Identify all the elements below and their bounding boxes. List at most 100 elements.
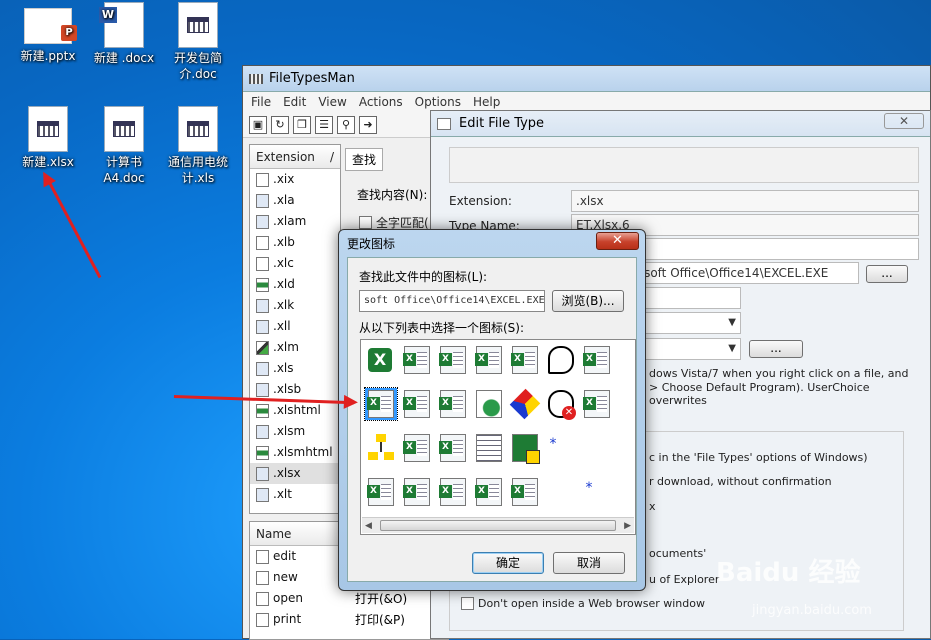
blue-asterisk-icon[interactable]: * bbox=[573, 472, 605, 504]
excel-template-icon[interactable]: X bbox=[581, 344, 613, 376]
change-icon-dialog: 更改图标 ✕ 查找此文件中的图标(L): soft Office\Office1… bbox=[338, 229, 646, 591]
dialog-title: 更改图标 bbox=[347, 237, 396, 251]
list-item[interactable]: .xlsb bbox=[250, 379, 340, 400]
desktop-icon-label: 开发包简介.doc bbox=[173, 51, 222, 81]
excel-workbook-icon[interactable]: X bbox=[401, 344, 433, 376]
list-item[interactable]: .xls bbox=[250, 358, 340, 379]
excel-list-icon[interactable]: X bbox=[473, 344, 505, 376]
excel-doc-icon[interactable]: X bbox=[581, 388, 613, 420]
horizontal-scrollbar[interactable]: ◀ ▶ bbox=[362, 517, 634, 533]
exit-icon[interactable]: ➜ bbox=[359, 115, 377, 134]
properties-icon[interactable]: ☰ bbox=[315, 115, 333, 134]
desktop-icon-pptx[interactable]: P 新建.pptx bbox=[12, 6, 84, 64]
list-item[interactable]: .xll bbox=[250, 316, 340, 337]
desktop-icon-docx[interactable]: W 新建 .docx bbox=[88, 2, 160, 66]
excel-list-2-icon[interactable]: X bbox=[401, 476, 433, 508]
desktop-icon-doc-calc[interactable]: 计算书A4.doc bbox=[88, 106, 160, 186]
dropdown-2-browse-button[interactable]: ... bbox=[749, 340, 803, 358]
excel-sync-icon[interactable]: X bbox=[437, 432, 469, 464]
desktop-icon-xlsx[interactable]: 新建.xlsx bbox=[12, 106, 84, 170]
list-item[interactable]: .xla bbox=[250, 190, 340, 211]
action-icon bbox=[256, 612, 269, 627]
action-icon bbox=[256, 570, 269, 585]
list-item[interactable]: .xlm bbox=[250, 337, 340, 358]
blue-asterisk-icon[interactable]: * bbox=[537, 428, 569, 460]
cube-icon[interactable] bbox=[509, 388, 541, 420]
list-item[interactable]: .xlt bbox=[250, 484, 340, 505]
excel-pie-icon[interactable]: X bbox=[365, 476, 397, 508]
title-bar: Edit File Type bbox=[431, 111, 930, 137]
desktop-icon-xls-stats[interactable]: 通信用电统计.xls bbox=[162, 106, 234, 186]
xlsx-file-icon bbox=[28, 106, 68, 152]
excel-web-icon[interactable]: X bbox=[509, 344, 541, 376]
error-bubble-icon[interactable]: ✕ bbox=[545, 388, 577, 420]
scroll-right-icon[interactable]: ▶ bbox=[624, 521, 631, 531]
menu-actions[interactable]: Actions bbox=[359, 95, 403, 109]
menu-help[interactable]: Help bbox=[473, 95, 500, 109]
list-item[interactable]: .xlb bbox=[250, 232, 340, 253]
xls-file-icon bbox=[178, 106, 218, 152]
extension-field[interactable]: .xlsx bbox=[571, 190, 919, 212]
file-icon bbox=[256, 193, 269, 208]
list-item[interactable]: .xlsm bbox=[250, 421, 340, 442]
excel-shared-icon[interactable]: X bbox=[437, 344, 469, 376]
list-item[interactable]: .xix bbox=[250, 169, 340, 190]
desktop-icon-doc-dev[interactable]: 开发包简介.doc bbox=[162, 2, 234, 82]
excel-plain-icon[interactable]: X bbox=[473, 476, 505, 508]
tab-find[interactable]: 查找 bbox=[345, 148, 384, 171]
refresh-icon[interactable]: ↻ bbox=[271, 115, 289, 134]
scroll-left-icon[interactable]: ◀ bbox=[365, 521, 372, 531]
list-item[interactable]: .xlsmhtml bbox=[250, 442, 340, 463]
find-icon[interactable]: ⚲ bbox=[337, 115, 355, 134]
list-item[interactable]: .xld bbox=[250, 274, 340, 295]
menu-edit[interactable]: Edit bbox=[283, 95, 306, 109]
excel-sheet-icon-selected[interactable]: X bbox=[364, 387, 398, 421]
baidu-watermark: Baidu 经验 bbox=[716, 558, 861, 588]
speech-bubble-icon[interactable] bbox=[545, 344, 577, 376]
excel-signed-icon[interactable]: X bbox=[509, 476, 541, 508]
menu-view[interactable]: View bbox=[318, 95, 346, 109]
excel-import-icon[interactable]: X bbox=[401, 388, 433, 420]
close-icon[interactable]: ✕ bbox=[884, 113, 924, 129]
choose-icon-label: 从以下列表中选择一个图标(S): bbox=[359, 321, 525, 335]
menu-options[interactable]: Options bbox=[415, 95, 461, 109]
table-row[interactable]: open bbox=[250, 588, 448, 609]
extension-column-header[interactable]: Extension / bbox=[250, 145, 340, 169]
excel-addin-icon[interactable]: X bbox=[437, 388, 469, 420]
org-chart-icon[interactable] bbox=[365, 432, 397, 464]
icon-path-input[interactable]: soft Office\Office14\EXCEL.EXE bbox=[359, 290, 545, 312]
save-icon[interactable]: ▣ bbox=[249, 115, 267, 134]
chevron-down-icon: ▼ bbox=[728, 317, 736, 328]
vista-note-line-1: dows Vista/7 when you right click on a f… bbox=[649, 367, 909, 380]
copy-icon[interactable]: ❐ bbox=[293, 115, 311, 134]
table-row[interactable]: print bbox=[250, 609, 448, 630]
cancel-button[interactable]: 取消 bbox=[553, 552, 625, 574]
file-icon bbox=[256, 361, 269, 376]
file-icon bbox=[256, 466, 269, 481]
icon-list[interactable]: X X X X X X X X X ✕ X X X * X X X X X * … bbox=[360, 339, 636, 535]
list-item[interactable]: .xlk bbox=[250, 295, 340, 316]
file-icon bbox=[256, 487, 269, 502]
file-icon bbox=[256, 319, 269, 334]
list-item-selected[interactable]: .xlsx bbox=[250, 463, 340, 484]
menu-bar: File Edit View Actions Options Help bbox=[243, 92, 930, 112]
excel-app-icon[interactable]: X bbox=[365, 344, 397, 376]
excel-chart-icon[interactable]: X bbox=[437, 476, 469, 508]
scroll-thumb[interactable] bbox=[380, 520, 616, 531]
window-icon bbox=[437, 117, 451, 130]
find-label: 查找内容(N): bbox=[357, 188, 428, 202]
list-item[interactable]: .xlam bbox=[250, 211, 340, 232]
list-item[interactable]: .xlc bbox=[250, 253, 340, 274]
menu-file[interactable]: File bbox=[251, 95, 271, 109]
globe-sheet-icon[interactable] bbox=[473, 388, 505, 420]
default-icon-browse-button[interactable]: ... bbox=[866, 265, 908, 283]
browse-button[interactable]: 浏览(B)... bbox=[552, 290, 624, 312]
grid-table-icon[interactable] bbox=[473, 432, 505, 464]
file-icon bbox=[256, 235, 269, 250]
excel-pink-icon[interactable]: X bbox=[401, 432, 433, 464]
doc-file-icon bbox=[104, 106, 144, 152]
doc-file-icon bbox=[178, 2, 218, 48]
ok-button[interactable]: 确定 bbox=[472, 552, 544, 574]
dont-open-browser-checkbox[interactable]: Don't open inside a Web browser window bbox=[461, 597, 705, 610]
close-button[interactable]: ✕ bbox=[596, 232, 639, 250]
